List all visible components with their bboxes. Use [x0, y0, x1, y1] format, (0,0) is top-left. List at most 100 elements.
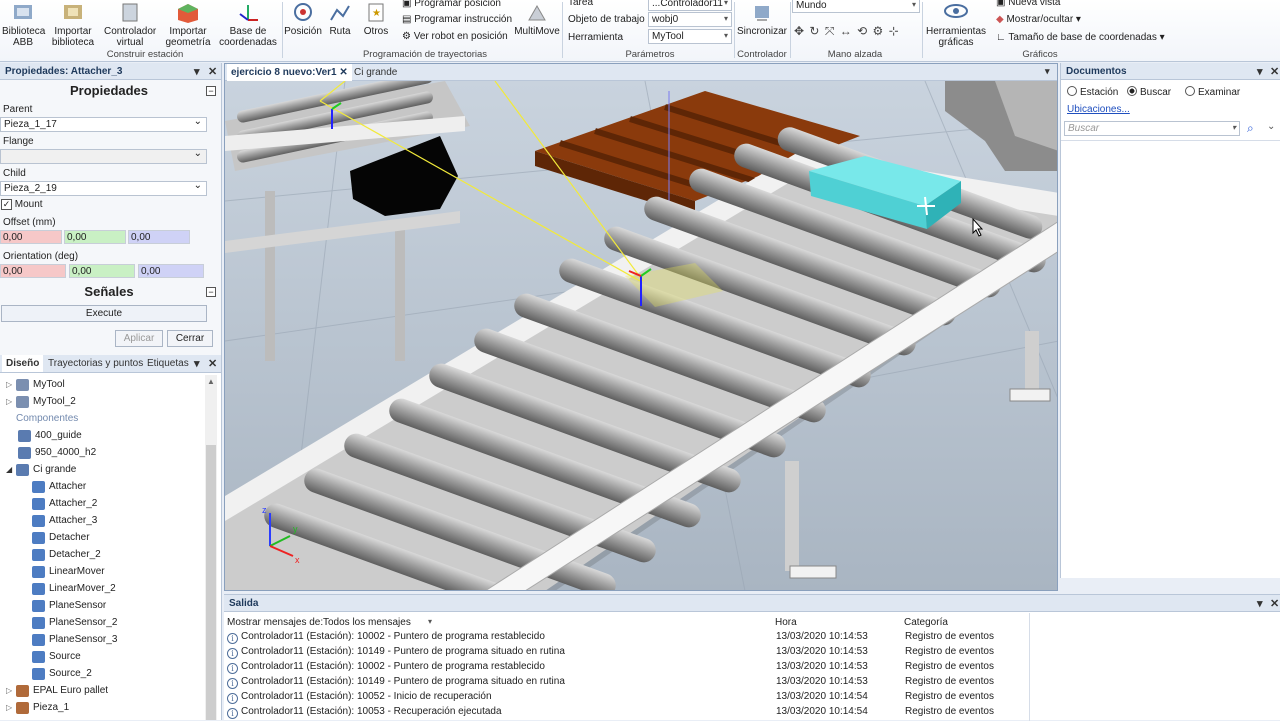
pin-output-icon[interactable]: ▾	[1257, 597, 1263, 610]
objeto-combo[interactable]: wobj0	[648, 12, 732, 27]
smart-component-icon	[32, 667, 45, 680]
orientation-x-input[interactable]: 0,00	[0, 264, 66, 278]
tree-item[interactable]: ▷ EPAL Euro pallet	[6, 682, 108, 699]
tree-item[interactable]: 950_4000_h2	[18, 444, 96, 461]
importar-geometria-button[interactable]: Importar geometría	[162, 2, 214, 48]
tree-item[interactable]: LinearMover_2	[32, 580, 116, 597]
tree-item[interactable]: Source	[32, 648, 81, 665]
pin-tree-icon[interactable]: ▾	[194, 357, 200, 370]
tree-item[interactable]: LinearMover	[32, 563, 105, 580]
pin-docs-icon[interactable]: ▾	[1257, 65, 1263, 78]
tree-item[interactable]: ▷ MyTool_2	[6, 393, 76, 410]
radio-estacion[interactable]: Estación	[1067, 86, 1118, 98]
tree-item[interactable]: PlaneSensor	[32, 597, 106, 614]
mount-checkbox[interactable]: ✓ Mount	[1, 199, 43, 210]
tabs-menu-icon[interactable]: ▾	[1045, 66, 1050, 77]
component-icon	[18, 446, 31, 459]
tree-item[interactable]: Attacher_2	[32, 495, 97, 512]
col-hora: Hora	[775, 617, 797, 628]
herramienta-combo[interactable]: MyTool	[648, 29, 732, 44]
smart-component-icon	[32, 582, 45, 595]
offset-x-input[interactable]: 0,00	[0, 230, 62, 244]
tree-item[interactable]: Detacher_2	[32, 546, 101, 563]
tree-item[interactable]: ▷ MyTool	[6, 376, 65, 393]
orientation-z-input[interactable]: 0,00	[138, 264, 204, 278]
child-select[interactable]: Pieza_2_19	[0, 180, 207, 196]
smart-component-icon	[32, 599, 45, 612]
nueva-vista-button[interactable]: ▣ Nueva vista	[996, 0, 1060, 8]
tab-ejercicio[interactable]: ejercicio 8 nuevo:Ver1 ✕	[227, 64, 352, 81]
tamano-base-button[interactable]: ∟ Tamaño de base de coordenadas ▾	[996, 32, 1165, 43]
scroll-up-icon[interactable]: ▲	[207, 377, 215, 386]
parent-select[interactable]: Pieza_1_17	[0, 116, 207, 132]
importar-biblioteca-button[interactable]: Importar biblioteca	[50, 2, 96, 48]
viewport-3d[interactable]: ejercicio 8 nuevo:Ver1 ✕ Ci grande ▾ z y…	[224, 63, 1058, 591]
biblioteca-abb-button[interactable]: Biblioteca ABB	[2, 2, 45, 48]
output-row[interactable]: i Controlador11 (Estación): 10002 - Punte…	[227, 661, 994, 676]
offset-y-input[interactable]: 0,00	[64, 230, 126, 244]
path-icon	[330, 5, 350, 21]
tree-item[interactable]: PlaneSensor_3	[32, 631, 117, 648]
smart-component-icon	[32, 548, 45, 561]
tree-scrollbar[interactable]: ▲	[205, 375, 217, 720]
freehand-tools[interactable]: ✥ ↻ ⤧ ↔ ⟲ ⚙ ⊹	[794, 24, 900, 39]
programar-instruccion-button[interactable]: ▤ Programar instrucción	[402, 14, 512, 25]
base-coordenadas-button[interactable]: Base de coordenadas	[218, 2, 278, 48]
cerrar-button[interactable]: Cerrar	[167, 330, 213, 347]
pin-icon[interactable]: ▾	[194, 65, 200, 78]
tab-etiquetas[interactable]: Etiquetas	[143, 355, 193, 372]
smart-component-icon	[32, 514, 45, 527]
output-row[interactable]: i Controlador11 (Estación): 10149 - Punte…	[227, 676, 994, 691]
scroll-thumb[interactable]	[206, 445, 216, 720]
tab-ci-grande[interactable]: Ci grande	[350, 64, 401, 81]
herramientas-graficas-button[interactable]: Herramientas gráficas	[924, 2, 988, 48]
output-row[interactable]: i Controlador11 (Estación): 10053 - Recup…	[227, 706, 994, 721]
mostrar-select[interactable]: Todos los mensajes	[320, 616, 435, 631]
ribbon: Biblioteca ABB Importar biblioteca Contr…	[0, 0, 1280, 62]
reference-combo[interactable]: Mundo	[792, 0, 920, 13]
tab-diseno[interactable]: Diseño	[2, 355, 44, 372]
sincronizar-button[interactable]: Sincronizar	[736, 2, 788, 37]
programar-posicion-button[interactable]: ▣ Programar posición	[402, 0, 501, 9]
collapse-icon[interactable]: −	[206, 86, 216, 96]
close-tab-icon[interactable]: ✕	[339, 67, 347, 78]
expand-icon[interactable]: ⌄	[1267, 121, 1275, 132]
ver-robot-button[interactable]: ⚙ Ver robot en posición	[402, 31, 508, 42]
aplicar-button[interactable]: Aplicar	[115, 330, 163, 347]
tree-item[interactable]: Source_2	[32, 665, 92, 682]
output-row[interactable]: i Controlador11 (Estación): 10052 - Inici…	[227, 691, 994, 706]
controlador-virtual-button[interactable]: Controlador virtual	[104, 2, 156, 48]
tab-trayectorias[interactable]: Trayectorias y puntos	[44, 355, 147, 372]
tree-item[interactable]: Attacher_3	[32, 512, 97, 529]
collapse-senales-icon[interactable]: −	[206, 287, 216, 297]
radio-buscar[interactable]: Buscar	[1127, 86, 1171, 98]
output-row[interactable]: i Controlador11 (Estación): 10149 - Punte…	[227, 646, 994, 661]
tree-item[interactable]: PlaneSensor_2	[32, 614, 117, 631]
smart-component-icon	[32, 565, 45, 578]
close-tree-icon[interactable]: ✕	[208, 357, 217, 370]
tree-item[interactable]: ▷ Pieza_1	[6, 699, 69, 716]
posicion-button[interactable]: Posición	[284, 2, 322, 37]
flange-select[interactable]	[0, 148, 207, 164]
execute-button[interactable]: Execute	[1, 305, 207, 322]
tree-item[interactable]: ◢ Ci grande	[6, 461, 76, 478]
otros-button[interactable]: ★ Otros	[360, 2, 392, 37]
multimove-button[interactable]: MultiMove	[514, 2, 560, 37]
teach-target-icon: ▣	[402, 0, 415, 9]
orientation-y-input[interactable]: 0,00	[69, 264, 135, 278]
search-icon[interactable]: ⌕	[1247, 121, 1254, 136]
offset-z-input[interactable]: 0,00	[128, 230, 190, 244]
radio-examinar[interactable]: Examinar	[1185, 86, 1240, 98]
mostrar-ocultar-button[interactable]: ◆ Mostrar/ocultar ▾	[996, 14, 1081, 25]
buscar-input[interactable]: Buscar	[1064, 121, 1240, 136]
tree-item[interactable]: 400_guide	[18, 427, 82, 444]
ruta-button[interactable]: Ruta	[324, 2, 356, 37]
output-row[interactable]: i Controlador11 (Estación): 10002 - Punte…	[227, 631, 994, 646]
close-output-icon[interactable]: ✕	[1270, 597, 1279, 610]
tarea-combo[interactable]: ...Controlador11	[648, 0, 732, 11]
close-docs-icon[interactable]: ✕	[1270, 65, 1279, 78]
tree-item[interactable]: Attacher	[32, 478, 86, 495]
ubicaciones-link[interactable]: Ubicaciones...	[1067, 104, 1130, 115]
close-icon[interactable]: ✕	[208, 65, 217, 78]
tree-item[interactable]: Detacher	[32, 529, 90, 546]
